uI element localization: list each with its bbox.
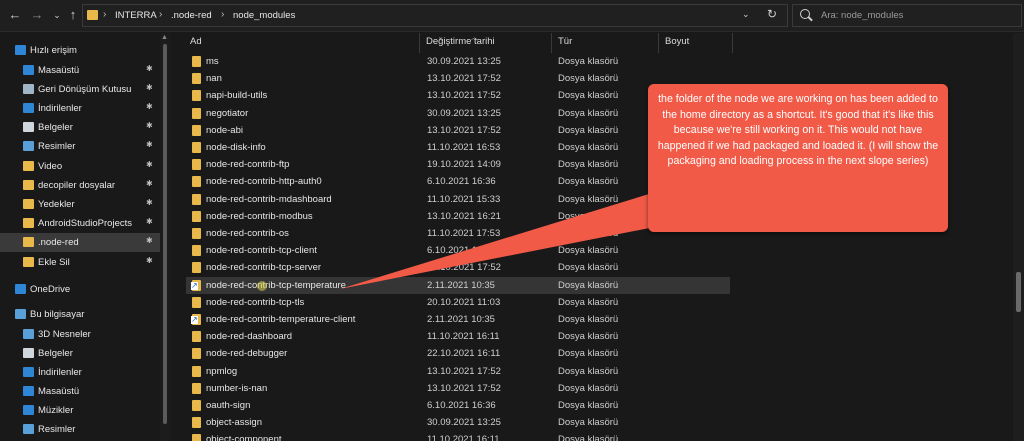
cursor-highlight (257, 281, 267, 291)
annotation-callout: the folder of the node we are working on… (648, 84, 948, 232)
callout-pointer-shape (340, 190, 690, 289)
annotation-text: the folder of the node we are working on… (657, 93, 939, 167)
